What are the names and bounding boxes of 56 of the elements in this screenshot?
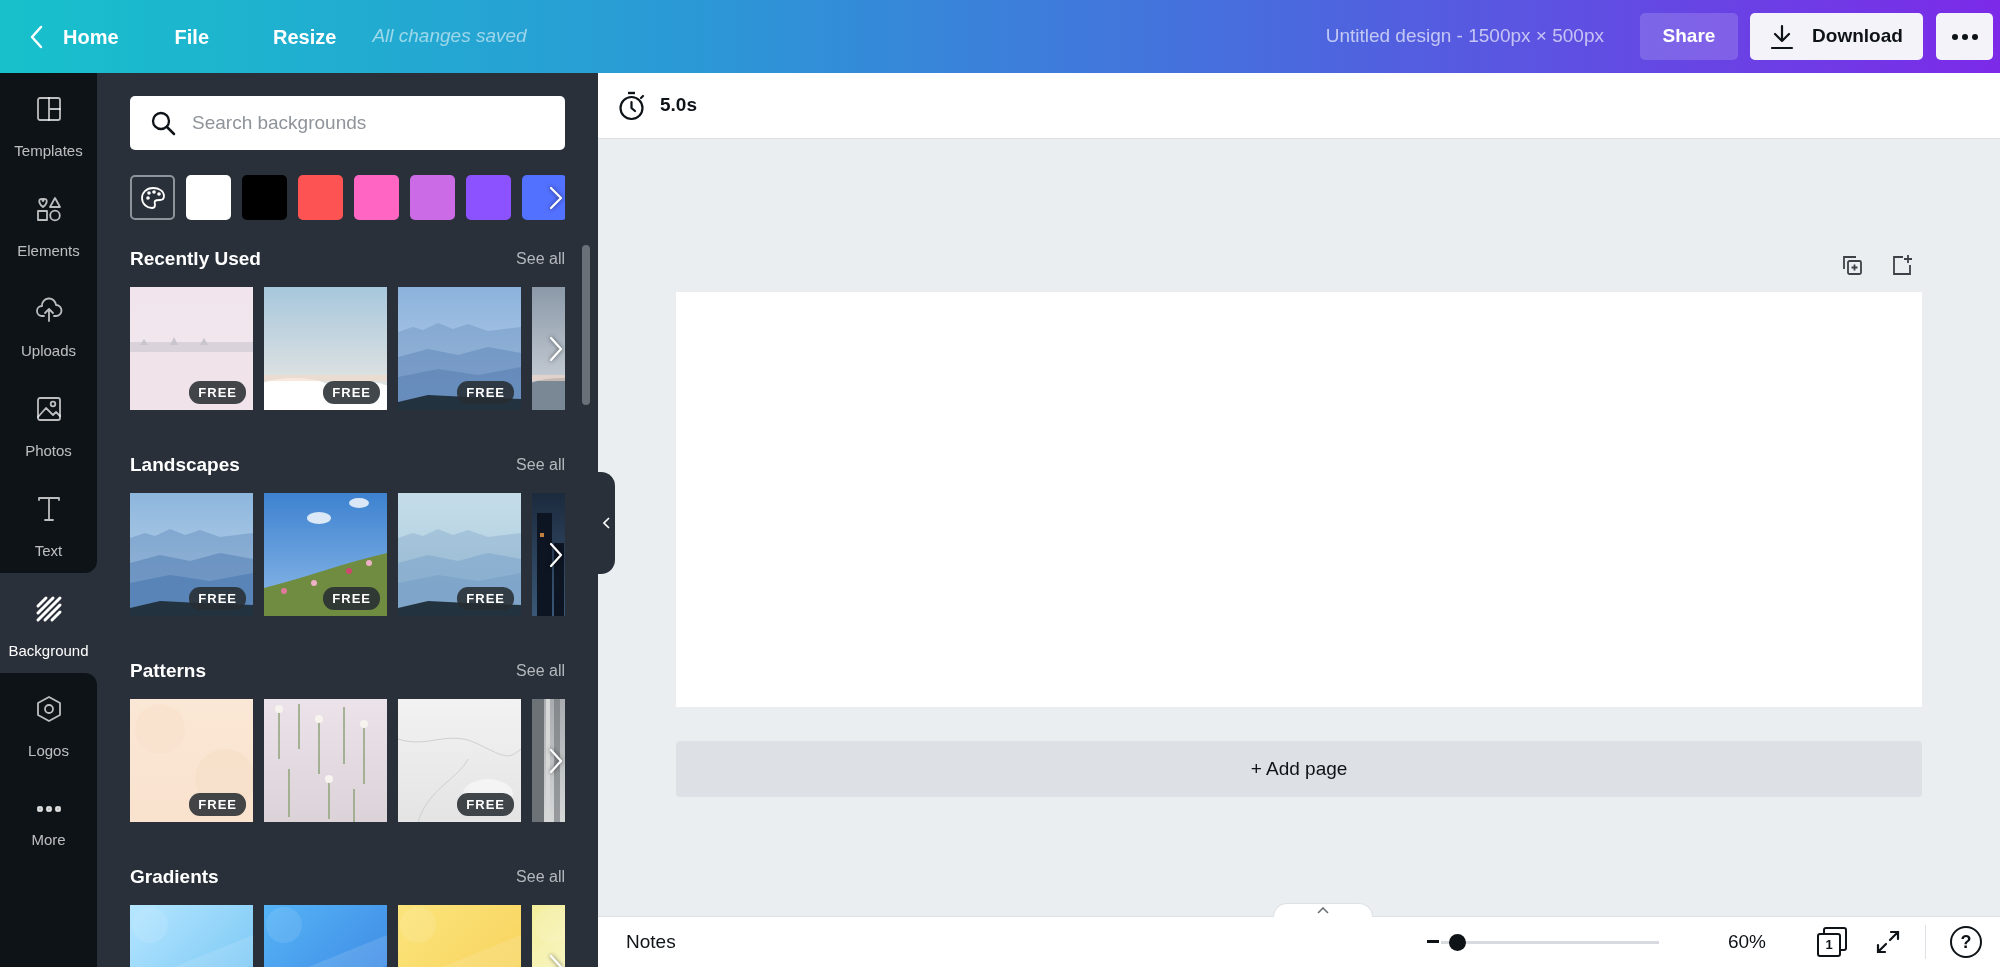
- chevron-left-icon: [603, 517, 610, 529]
- expand-icon: [1875, 929, 1901, 955]
- help-button[interactable]: ?: [1950, 926, 1982, 958]
- layout-icon: [34, 94, 63, 123]
- minus-icon[interactable]: [1427, 940, 1439, 944]
- scrollbar[interactable]: [582, 245, 590, 405]
- stopwatch-icon: [618, 90, 646, 121]
- design-title: Untitled design - 1500px × 500px: [1325, 24, 1604, 49]
- sidebar-tab[interactable]: Uploads: [0, 273, 97, 373]
- color-swatch[interactable]: [242, 175, 287, 220]
- color-swatch[interactable]: [354, 175, 399, 220]
- section-title: Landscapes: [130, 452, 240, 477]
- sidebar-tab[interactable]: More: [0, 773, 97, 873]
- sidebar-tab[interactable]: Logos: [0, 673, 97, 773]
- download-icon: [1770, 23, 1795, 50]
- more-button[interactable]: [1936, 13, 1993, 60]
- share-button[interactable]: Share: [1640, 13, 1738, 60]
- section-title: Recently Used: [130, 246, 261, 271]
- sidebar-tab[interactable]: Text: [0, 473, 97, 573]
- more-icon: [1951, 33, 1978, 40]
- zoom-percentage: 60%: [1727, 929, 1767, 954]
- notes-button[interactable]: Notes: [626, 927, 676, 957]
- color-swatch[interactable]: [298, 175, 343, 220]
- color-swatch[interactable]: [410, 175, 455, 220]
- chevron-left-icon: [30, 24, 43, 49]
- color-picker-button[interactable]: [130, 175, 175, 220]
- add-page-button[interactable]: + Add page: [676, 741, 1922, 797]
- color-swatch[interactable]: [522, 175, 565, 220]
- search-icon: [150, 110, 176, 136]
- timer-button[interactable]: 5.0s: [614, 86, 701, 125]
- see-all-link[interactable]: See all: [516, 247, 565, 271]
- sidebar-tab[interactable]: Elements: [0, 173, 97, 273]
- section-title: Patterns: [130, 658, 207, 683]
- chevron-up-icon: [1317, 907, 1329, 914]
- collapse-panel-handle[interactable]: [598, 472, 615, 574]
- sidebar-tab[interactable]: Photos: [0, 373, 97, 473]
- more-icon: [36, 805, 61, 812]
- palette-icon: [139, 185, 166, 210]
- color-swatch[interactable]: [186, 175, 231, 220]
- see-all-link[interactable]: See all: [516, 453, 565, 477]
- hexagon-icon: [34, 694, 63, 723]
- fullscreen-button[interactable]: [1875, 929, 1901, 955]
- download-button[interactable]: Download: [1750, 13, 1923, 60]
- add-page-icon: [1890, 253, 1914, 277]
- section-title: Gradients: [130, 864, 219, 889]
- shapes-icon: [34, 194, 63, 223]
- see-all-link[interactable]: See all: [516, 659, 565, 683]
- search-field[interactable]: Search backgrounds: [130, 96, 565, 150]
- color-swatch[interactable]: [466, 175, 511, 220]
- see-all-link[interactable]: See all: [516, 865, 565, 889]
- slider-thumb[interactable]: [1448, 933, 1466, 951]
- stripes-icon: [34, 594, 63, 623]
- save-status: All changes saved: [372, 24, 527, 49]
- sidebar-tab[interactable]: Templates: [0, 73, 97, 173]
- image-icon: [34, 394, 63, 423]
- duplicate-icon: [1840, 253, 1864, 277]
